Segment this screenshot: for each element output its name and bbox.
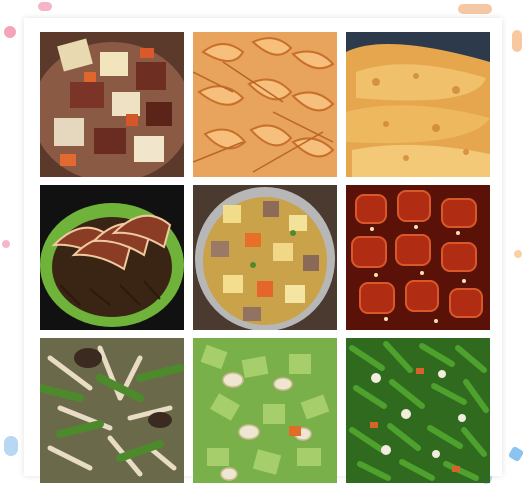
confetti-dot — [4, 436, 18, 456]
fried-fish-fillet-photo — [346, 32, 490, 177]
confetti-dot — [514, 250, 522, 258]
braised-pork-with-preserved-greens-photo — [40, 185, 184, 330]
stir-fried-mushroom-vegetable-photo — [40, 338, 184, 483]
beef-potato-stew-photo — [40, 32, 184, 177]
confetti-dot — [507, 445, 525, 463]
confetti-dot — [38, 2, 52, 11]
stir-fried-green-beans-photo — [346, 338, 490, 483]
photo-grid — [40, 32, 490, 483]
confetti-dot — [512, 30, 522, 52]
curry-potato-carrot-pot-photo — [193, 185, 337, 330]
sweet-sour-ribs-photo — [346, 185, 490, 330]
confetti-dot — [4, 26, 16, 38]
confetti-dot — [458, 4, 492, 14]
photo-collage-card — [24, 18, 502, 483]
confetti-dot — [2, 240, 10, 248]
steamed-shrimp-photo — [193, 32, 337, 177]
stir-fried-celery-mushroom-photo — [193, 338, 337, 483]
